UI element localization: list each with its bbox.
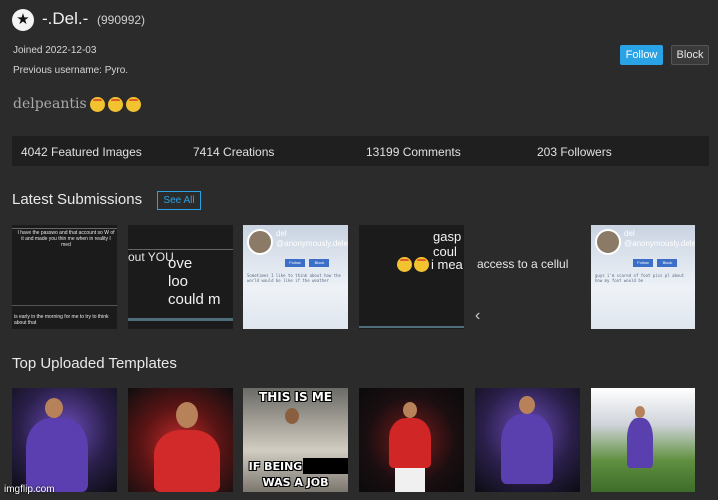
star-icon: ★	[12, 9, 34, 31]
caption-line: gasp	[433, 229, 462, 244]
submission-thumb[interactable]: I have the passwo and that account so W …	[12, 225, 117, 329]
stat-followers[interactable]: 203 Followers	[537, 145, 612, 159]
caption-row: i mea	[397, 257, 463, 272]
player-figure	[154, 430, 220, 492]
divider	[359, 326, 464, 328]
person-head	[285, 408, 299, 424]
laughing-emoji-icon	[414, 257, 429, 272]
mini-block-button: Block	[657, 259, 678, 267]
follow-button[interactable]: Follow	[620, 45, 663, 65]
card-buttons: Follow Block	[285, 251, 330, 269]
card-name: del	[624, 229, 635, 238]
avatar	[247, 229, 273, 255]
caption-line: i mea	[431, 257, 463, 272]
previous-username: Previous username: Pyro.	[13, 65, 129, 76]
player-figure	[501, 414, 553, 484]
divider	[12, 228, 117, 229]
bio: delpeantis	[13, 96, 141, 112]
card-name: del	[276, 229, 287, 238]
player-head	[403, 402, 417, 418]
username: -.Del.-	[42, 9, 89, 28]
smirk-emoji-icon	[89, 96, 105, 112]
template-thumb[interactable]	[359, 388, 464, 492]
template-thumb[interactable]	[591, 388, 695, 492]
mini-follow-button: Follow	[285, 259, 305, 267]
player-figure	[627, 418, 653, 468]
thumb-caption: I have the passwo and that account so W …	[17, 230, 115, 248]
submission-thumb[interactable]: gasp coul i mea	[359, 225, 464, 329]
player-head	[635, 406, 645, 418]
card-handle: @anonymously.delete	[624, 239, 695, 248]
see-all-button[interactable]: See All	[157, 191, 201, 210]
stat-comments[interactable]: 13199 Comments	[366, 145, 461, 159]
divider	[128, 318, 233, 321]
template-thumb[interactable]	[128, 388, 233, 492]
bio-text: delpeantis	[13, 96, 87, 112]
card-buttons: Follow Block	[633, 251, 678, 269]
top-templates-title: Top Uploaded Templates	[12, 355, 177, 372]
card-body: guys i'm scared of foot pics pl about ho…	[595, 273, 685, 283]
player-figure	[389, 418, 431, 468]
thumb-caption: access to a cellul	[477, 257, 569, 271]
template-thumb[interactable]	[475, 388, 580, 492]
joined-date: Joined 2022-12-03	[13, 45, 97, 56]
submission-thumb[interactable]: del @anonymously.delete Follow Block Som…	[243, 225, 348, 329]
caption-line: loo	[168, 273, 189, 290]
caption-line: ove	[168, 255, 193, 272]
stat-creations[interactable]: 7414 Creations	[193, 145, 274, 159]
thumb-caption: is early in the morning for me to try to…	[14, 314, 109, 326]
submission-thumb[interactable]: out YOU ove loo could m	[128, 225, 233, 329]
player-head	[176, 402, 198, 428]
player-figure	[26, 418, 88, 492]
block-button[interactable]: Block	[671, 45, 709, 65]
template-thumb[interactable]: THIS IS ME IF BEING WAS A JOB	[243, 388, 348, 492]
smirk-emoji-icon	[125, 96, 141, 112]
player-head	[45, 398, 63, 418]
laughing-emoji-icon	[397, 257, 412, 272]
submission-thumb[interactable]: del @anonymously.delete Follow Block guy…	[591, 225, 695, 329]
chevron-left-icon[interactable]: ‹	[475, 307, 480, 325]
user-points: (990992)	[97, 13, 146, 27]
smirk-emoji-icon	[107, 96, 123, 112]
caption-line: could m	[168, 291, 221, 308]
thumb-caption: ove loo could m	[168, 255, 233, 309]
submission-thumb[interactable]: access to a cellul ‹	[475, 225, 580, 329]
player-head	[519, 396, 535, 414]
card-handle: @anonymously.delete	[276, 239, 348, 248]
avatar	[595, 229, 621, 255]
stat-featured-images[interactable]: 4042 Featured Images	[21, 145, 142, 159]
mini-block-button: Block	[309, 259, 330, 267]
meme-bottom-text: WAS A JOB	[262, 476, 329, 489]
divider	[12, 305, 117, 306]
meme-top-text: THIS IS ME	[259, 390, 332, 404]
thumb-caption: gasp coul	[433, 229, 461, 259]
imgflip-watermark: imgflip.com	[4, 484, 55, 495]
mini-follow-button: Follow	[633, 259, 653, 267]
meme-mid-text: IF BEING	[248, 460, 303, 473]
player-shorts	[395, 468, 425, 492]
card-body: Sometimes I like to think about how the …	[247, 273, 341, 283]
latest-submissions-title: Latest Submissions	[12, 191, 143, 208]
thumb-caption: out YOU	[128, 250, 174, 264]
username-heading: -.Del.- (990992)	[42, 9, 145, 29]
template-thumb[interactable]	[12, 388, 117, 492]
